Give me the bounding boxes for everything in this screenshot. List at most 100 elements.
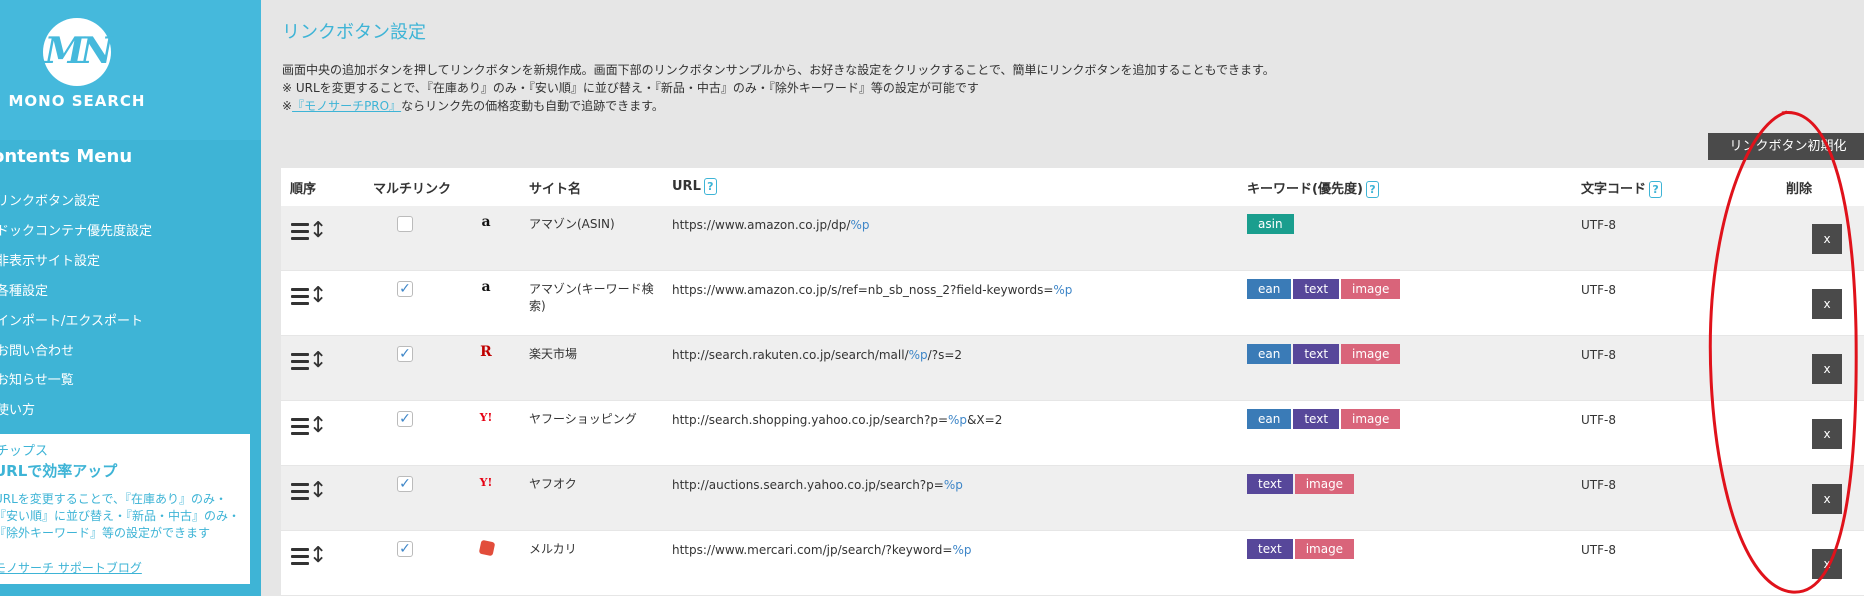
keyword-tag-image[interactable]: image bbox=[1294, 474, 1355, 494]
help-icon[interactable]: ? bbox=[1365, 181, 1379, 198]
url-placeholder: %p bbox=[850, 218, 870, 232]
table-row: ↕ ✓ Y! ヤフーショッピング http://search.shopping.yaho… bbox=[281, 401, 1864, 465]
site-url: https://www.amazon.co.jp/s/ref=nb_sb_nos… bbox=[672, 283, 1072, 297]
reset-link-buttons-button[interactable]: リンクボタン初期化 bbox=[1708, 133, 1864, 160]
drag-handle-icon[interactable]: ↕ bbox=[291, 543, 327, 571]
sidebar-item[interactable]: 非表示サイト設定 bbox=[0, 250, 100, 269]
keyword-tag-asin[interactable]: asin bbox=[1247, 214, 1294, 234]
sidebar-item[interactable]: インポート/エクスポート bbox=[0, 310, 143, 329]
keyword-tag-image[interactable]: image bbox=[1294, 539, 1355, 559]
header-multilink: マルチリンク bbox=[373, 182, 452, 197]
tips-text: 『安い順』に並び替え・『新品・中古』のみ・ bbox=[0, 509, 241, 523]
mono-search-pro-link[interactable]: 『モノサーチPRO』 bbox=[292, 99, 401, 113]
table-row: ↕ ✓ a アマゾン(キーワード検索) https://www.amazon.co.jp… bbox=[281, 271, 1864, 335]
table-row: ↕ ✓ R 楽天市場 http://search.rakuten.co.jp/searc… bbox=[281, 336, 1864, 400]
url-base: https://www.amazon.co.jp/s/ref=nb_sb_nos… bbox=[672, 283, 1054, 297]
tips-text: URLを変更することで、『在庫あり』のみ・ bbox=[0, 492, 227, 506]
multilink-checkbox[interactable]: ✓ bbox=[397, 281, 413, 297]
site-name: ヤフーショッピング bbox=[529, 412, 637, 426]
keyword-tag-image[interactable]: image bbox=[1341, 279, 1401, 299]
header-encoding: 文字コード? bbox=[1581, 178, 1663, 198]
sidebar-item[interactable]: リンクボタン設定 bbox=[0, 190, 100, 209]
delete-button[interactable]: x bbox=[1812, 549, 1842, 579]
drag-handle-icon[interactable]: ↕ bbox=[291, 478, 327, 506]
url-base: http://search.rakuten.co.jp/search/mall/ bbox=[672, 348, 909, 362]
help-icon[interactable]: ? bbox=[1649, 181, 1663, 198]
multilink-checkbox[interactable]: ✓ bbox=[397, 346, 413, 362]
url-placeholder: %p bbox=[908, 348, 928, 362]
site-name: メルカリ bbox=[529, 542, 577, 556]
header-order: 順序 bbox=[290, 182, 317, 197]
header-url-label: URL bbox=[672, 179, 701, 194]
url-placeholder: %p bbox=[948, 413, 968, 427]
url-base: https://www.mercari.com/jp/search/?keywo… bbox=[672, 543, 953, 557]
keyword-tags: text image bbox=[1247, 539, 1356, 559]
keyword-tag-text[interactable]: text bbox=[1293, 279, 1340, 299]
keyword-tag-text[interactable]: text bbox=[1293, 344, 1340, 364]
description-suffix: ならリンク先の価格変動も自動で追跡できます。 bbox=[401, 99, 664, 113]
help-icon[interactable]: ? bbox=[703, 178, 717, 195]
encoding: UTF-8 bbox=[1581, 283, 1616, 297]
delete-button[interactable]: x bbox=[1812, 224, 1842, 254]
keyword-tags: ean text image bbox=[1247, 279, 1402, 299]
keyword-tags: asin bbox=[1247, 214, 1296, 234]
header-keyword-label: キーワード(優先度) bbox=[1247, 182, 1363, 197]
multilink-checkbox[interactable] bbox=[397, 216, 413, 232]
sidebar: MN MONO SEARCH ontents Menu リンクボタン設定ドックコ… bbox=[0, 0, 261, 596]
keyword-tags: text image bbox=[1247, 474, 1356, 494]
mercari-icon bbox=[478, 539, 496, 557]
logo-area: MN MONO SEARCH bbox=[0, 0, 261, 140]
table-header: 順序 マルチリンク サイト名 URL? キーワード(優先度)? 文字コード? 削… bbox=[281, 168, 1864, 206]
url-suffix: &X=2 bbox=[967, 413, 1003, 427]
keyword-tag-ean[interactable]: ean bbox=[1247, 279, 1292, 299]
keyword-tags: ean text image bbox=[1247, 344, 1402, 364]
keyword-tag-ean[interactable]: ean bbox=[1247, 344, 1292, 364]
delete-button[interactable]: x bbox=[1812, 484, 1842, 514]
tips-heading: URLで効率アップ bbox=[0, 462, 118, 480]
header-encoding-label: 文字コード bbox=[1581, 182, 1647, 197]
multilink-checkbox[interactable]: ✓ bbox=[397, 541, 413, 557]
keyword-tag-text[interactable]: text bbox=[1293, 409, 1340, 429]
encoding: UTF-8 bbox=[1581, 478, 1616, 492]
site-name: ヤフオク bbox=[529, 477, 577, 491]
delete-button[interactable]: x bbox=[1812, 354, 1842, 384]
header-keyword: キーワード(優先度)? bbox=[1247, 178, 1379, 198]
keyword-tag-image[interactable]: image bbox=[1341, 409, 1401, 429]
sidebar-item[interactable]: お問い合わせ bbox=[0, 340, 74, 359]
logo-text: MONO SEARCH bbox=[8, 92, 146, 110]
url-base: https://www.amazon.co.jp/dp/ bbox=[672, 218, 851, 232]
delete-button[interactable]: x bbox=[1812, 289, 1842, 319]
drag-handle-icon[interactable]: ↕ bbox=[291, 218, 327, 246]
encoding: UTF-8 bbox=[1581, 348, 1616, 362]
drag-handle-icon[interactable]: ↕ bbox=[291, 413, 327, 441]
table-row: ↕ a アマゾン(ASIN) https://www.amazon.co.jp/dp/… bbox=[281, 206, 1864, 270]
sidebar-item[interactable]: 各種設定 bbox=[0, 280, 48, 299]
site-name: 楽天市場 bbox=[529, 347, 578, 361]
description-prefix: ※ bbox=[282, 99, 293, 113]
encoding: UTF-8 bbox=[1581, 218, 1616, 232]
drag-handle-icon[interactable]: ↕ bbox=[291, 283, 327, 311]
site-url: http://auctions.search.yahoo.co.jp/searc… bbox=[672, 478, 963, 492]
sidebar-item[interactable]: ドックコンテナ優先度設定 bbox=[0, 220, 152, 239]
url-placeholder: %p bbox=[1053, 283, 1073, 297]
sidebar-item[interactable]: お知らせ一覧 bbox=[0, 369, 74, 388]
keyword-tags: ean text image bbox=[1247, 409, 1402, 429]
keyword-tag-text[interactable]: text bbox=[1247, 474, 1293, 494]
sidebar-item[interactable]: 使い方 bbox=[0, 399, 35, 418]
menu-title: ontents Menu bbox=[0, 146, 133, 167]
table-row: ↕ ✓ メルカリ https://www.mercari.com/jp/search/… bbox=[281, 531, 1864, 595]
keyword-tag-text[interactable]: text bbox=[1247, 539, 1293, 559]
keyword-tag-image[interactable]: image bbox=[1341, 344, 1401, 364]
encoding: UTF-8 bbox=[1581, 543, 1616, 557]
multilink-checkbox[interactable]: ✓ bbox=[397, 476, 413, 492]
site-name: アマゾン(ASIN) bbox=[529, 217, 615, 231]
yahoo-icon: Y! bbox=[479, 476, 493, 489]
keyword-tag-ean[interactable]: ean bbox=[1247, 409, 1292, 429]
table-row: ↕ ✓ Y! ヤフオク http://auctions.search.yahoo.co.… bbox=[281, 466, 1864, 530]
support-blog-link[interactable]: モノサーチ サポートブログ bbox=[0, 559, 142, 576]
delete-button[interactable]: x bbox=[1812, 419, 1842, 449]
drag-handle-icon[interactable]: ↕ bbox=[291, 348, 327, 376]
multilink-checkbox[interactable]: ✓ bbox=[397, 411, 413, 427]
tips-label: チップス bbox=[0, 444, 49, 459]
description-line: 画面中央の追加ボタンを押してリンクボタンを新規作成。画面下部のリンクボタンサンプ… bbox=[282, 63, 1275, 77]
